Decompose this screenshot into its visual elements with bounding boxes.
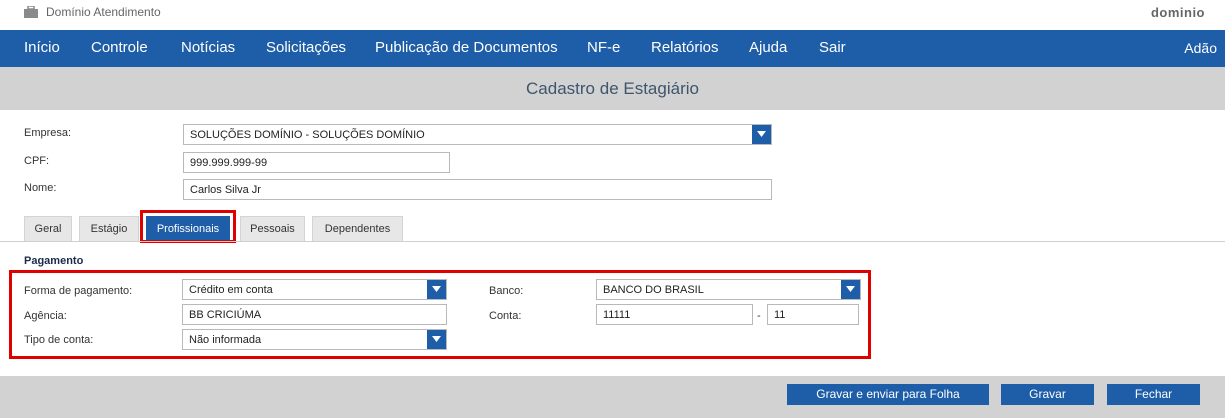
banco-select[interactable]: BANCO DO BRASIL bbox=[596, 279, 861, 300]
tab-divider bbox=[0, 241, 1225, 242]
nav-inicio[interactable]: Início bbox=[24, 39, 60, 56]
save-button[interactable]: Gravar bbox=[1001, 384, 1094, 405]
forma-pagamento-select[interactable]: Crédito em conta bbox=[182, 279, 447, 300]
nav-ajuda[interactable]: Ajuda bbox=[749, 39, 787, 56]
conta-digit-field[interactable]: 11 bbox=[767, 304, 859, 325]
nav-controle[interactable]: Controle bbox=[91, 39, 148, 56]
app-title: Domínio Atendimento bbox=[46, 5, 161, 19]
conta-separator: - bbox=[757, 310, 761, 322]
save-and-send-button[interactable]: Gravar e enviar para Folha bbox=[787, 384, 989, 405]
nav-nfe[interactable]: NF-e bbox=[587, 39, 620, 56]
nav-noticias[interactable]: Notícias bbox=[181, 39, 235, 56]
forma-pagamento-value: Crédito em conta bbox=[189, 284, 273, 296]
user-name[interactable]: Adão bbox=[1184, 40, 1217, 56]
cpf-field[interactable]: 999.999.999-99 bbox=[183, 152, 450, 173]
forma-pagamento-label: Forma de pagamento: bbox=[24, 285, 133, 297]
tab-estagio[interactable]: Estágio bbox=[79, 216, 139, 241]
empresa-value: SOLUÇÕES DOMÍNIO - SOLUÇÕES DOMÍNIO bbox=[190, 129, 425, 141]
empresa-label: Empresa: bbox=[24, 127, 72, 139]
tab-highlight-box bbox=[140, 210, 236, 243]
chevron-down-icon bbox=[432, 286, 441, 292]
chevron-down-icon bbox=[846, 286, 855, 292]
forma-pagamento-dropdown-button[interactable] bbox=[427, 280, 446, 299]
pagamento-section-title: Pagamento bbox=[24, 255, 84, 267]
banco-dropdown-button[interactable] bbox=[841, 280, 860, 299]
conta-label: Conta: bbox=[489, 310, 522, 322]
tipo-conta-label: Tipo de conta: bbox=[24, 334, 94, 346]
agencia-field[interactable]: BB CRICIÚMA bbox=[182, 304, 447, 325]
page-title: Cadastro de Estagiário bbox=[526, 79, 699, 98]
conta-field[interactable]: 11111 bbox=[596, 304, 753, 325]
tab-pessoais[interactable]: Pessoais bbox=[240, 216, 305, 241]
tipo-conta-dropdown-button[interactable] bbox=[427, 330, 446, 349]
chevron-down-icon bbox=[432, 336, 441, 342]
brand-logo: dominio bbox=[1150, 5, 1205, 20]
briefcase-icon bbox=[24, 6, 38, 18]
nav-sair[interactable]: Sair bbox=[819, 39, 846, 56]
close-button[interactable]: Fechar bbox=[1107, 384, 1200, 405]
banco-label: Banco: bbox=[489, 285, 524, 297]
nav-relatorios[interactable]: Relatórios bbox=[651, 39, 719, 56]
empresa-dropdown-button[interactable] bbox=[752, 125, 771, 144]
title-band: Cadastro de Estagiário bbox=[0, 67, 1225, 110]
chevron-down-icon bbox=[757, 131, 766, 137]
agencia-label: Agência: bbox=[24, 310, 67, 322]
top-bar: Domínio Atendimento dominio bbox=[0, 0, 1225, 30]
tab-dependentes[interactable]: Dependentes bbox=[312, 216, 403, 241]
nav-solicitacoes[interactable]: Solicitações bbox=[266, 39, 346, 56]
main-nav: Início Controle Notícias Solicitações Pu… bbox=[0, 30, 1225, 67]
banco-value: BANCO DO BRASIL bbox=[603, 284, 704, 296]
tab-geral[interactable]: Geral bbox=[24, 216, 72, 241]
nav-publicacao-documentos[interactable]: Publicação de Documentos bbox=[375, 39, 558, 56]
nome-field[interactable]: Carlos Silva Jr bbox=[183, 179, 772, 200]
nome-label: Nome: bbox=[24, 182, 57, 194]
empresa-select[interactable]: SOLUÇÕES DOMÍNIO - SOLUÇÕES DOMÍNIO bbox=[183, 124, 772, 145]
tipo-conta-select[interactable]: Não informada bbox=[182, 329, 447, 350]
tipo-conta-value: Não informada bbox=[189, 334, 262, 346]
cpf-label: CPF: bbox=[24, 155, 50, 167]
